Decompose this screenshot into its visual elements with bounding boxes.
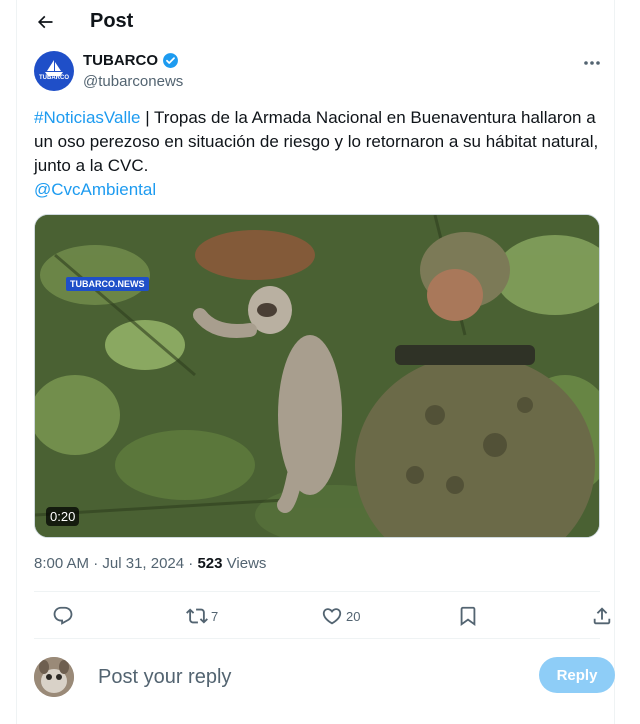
action-bar: 7 20 xyxy=(34,591,611,640)
current-user-avatar[interactable] xyxy=(34,657,74,697)
meta-separator: · xyxy=(188,555,194,572)
author-handle[interactable]: @tubarconews xyxy=(83,73,183,90)
views-count: 523 xyxy=(197,555,223,572)
video-thumbnail-image xyxy=(35,215,599,537)
arrow-left-icon xyxy=(37,15,53,29)
reply-input[interactable] xyxy=(98,662,498,692)
post-date[interactable]: Jul 31, 2024 xyxy=(102,555,184,572)
author-name[interactable]: TUBARCO xyxy=(83,52,158,69)
more-options-button[interactable] xyxy=(582,54,602,72)
more-horizontal-icon xyxy=(584,61,600,65)
share-action-button[interactable] xyxy=(591,592,613,640)
user-photo-image xyxy=(34,657,74,697)
video-duration-badge: 0:20 xyxy=(46,507,80,526)
page-header: Post xyxy=(17,0,616,44)
repost-count: 7 xyxy=(211,608,219,624)
bookmark-action-button[interactable] xyxy=(457,592,479,640)
mention-link[interactable]: @CvcAmbiental xyxy=(34,180,156,199)
views-label: Views xyxy=(226,555,267,572)
meta-separator: · xyxy=(93,555,99,572)
verified-badge-icon xyxy=(163,53,178,68)
post-time[interactable]: 8:00 AM xyxy=(34,555,89,572)
reply-action-button[interactable] xyxy=(52,592,77,640)
video-player[interactable]: TUBARCO.NEWS 0:20 xyxy=(34,214,600,538)
comment-icon xyxy=(53,606,73,625)
post-metadata: 8:00 AM · Jul 31, 2024 · 523 Views xyxy=(34,555,266,572)
bookmark-icon xyxy=(460,606,476,627)
like-action-button[interactable]: 20 xyxy=(321,592,360,640)
tweet-text: #NoticiasValle | Tropas de la Armada Nac… xyxy=(34,106,604,202)
repost-action-button[interactable]: 7 xyxy=(186,592,218,640)
page-title: Post xyxy=(90,10,134,32)
share-upload-icon xyxy=(593,607,611,625)
back-button[interactable] xyxy=(31,8,59,36)
post-detail-panel: Post TUBARCO TUBARCO @tubarconews #Notic… xyxy=(16,0,615,724)
hashtag-link[interactable]: #NoticiasValle xyxy=(34,108,140,127)
video-watermark: TUBARCO.NEWS xyxy=(66,277,149,291)
reply-composer: Reply xyxy=(34,640,615,712)
avatar-logo-text: TUBARCO xyxy=(39,75,69,81)
repost-icon xyxy=(186,608,208,624)
like-count: 20 xyxy=(346,608,361,624)
author-row: TUBARCO TUBARCO @tubarconews xyxy=(17,46,616,96)
author-avatar[interactable]: TUBARCO xyxy=(34,51,74,91)
reply-submit-button[interactable]: Reply xyxy=(539,657,615,693)
boat-logo-icon xyxy=(45,60,63,76)
heart-icon xyxy=(322,608,342,625)
